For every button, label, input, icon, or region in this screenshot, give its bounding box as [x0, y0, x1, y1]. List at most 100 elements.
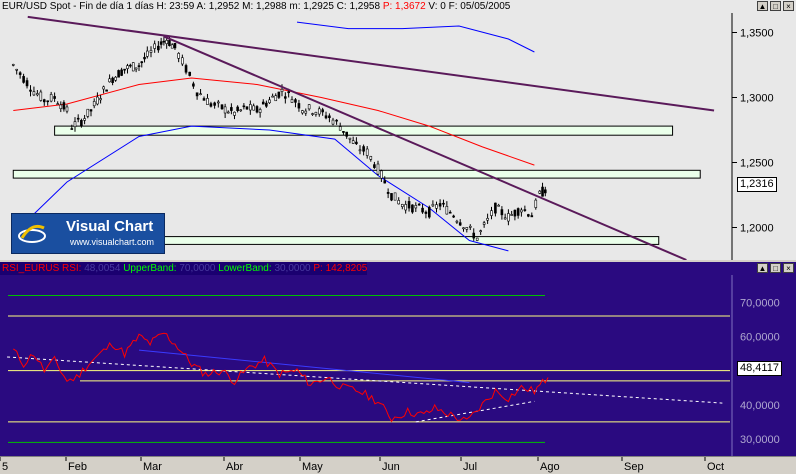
- candle-body: [213, 102, 216, 106]
- candle-body: [358, 149, 362, 152]
- candle-body: [15, 68, 19, 71]
- upper-band-line: [296, 21, 535, 53]
- candle-body: [114, 76, 117, 81]
- candle-body: [39, 91, 43, 101]
- rsi-current-value: 48,4117: [737, 361, 782, 376]
- candle-body: [513, 209, 517, 217]
- rsi-title-segment: 48,0054: [84, 263, 124, 274]
- time-tick-label: 5: [2, 461, 8, 473]
- close-button[interactable]: ×: [783, 1, 794, 11]
- rsi-line: [13, 332, 549, 423]
- minimize-button[interactable]: ▲: [757, 1, 768, 11]
- candle-body: [245, 106, 249, 110]
- candle-body: [307, 104, 311, 110]
- price-y-tick-label: 1,2500: [740, 158, 774, 170]
- candle-body: [424, 211, 428, 214]
- price-window-buttons: ▲ □ ×: [757, 1, 794, 11]
- candle-body: [328, 115, 331, 119]
- price-title-segment: A: 1,2952: [196, 1, 243, 12]
- candle-body: [287, 91, 290, 94]
- candle-body: [331, 119, 335, 125]
- candle-body: [523, 209, 527, 211]
- candle-body: [431, 203, 435, 207]
- candle-body: [239, 109, 243, 112]
- maximize-button[interactable]: □: [770, 1, 781, 11]
- candle-body: [277, 91, 281, 98]
- candle-body: [56, 103, 60, 105]
- candle-body: [465, 227, 469, 230]
- candle-body: [342, 131, 345, 133]
- rsi-y-tick-label: 40,0000: [740, 400, 780, 412]
- candle-body: [462, 227, 465, 230]
- candle-body: [534, 199, 538, 208]
- rsi-chart-panel[interactable]: 70,000060,000050,000040,000030,0000 RSI_…: [0, 262, 796, 456]
- candle-body: [411, 204, 414, 213]
- candle-body: [383, 180, 387, 184]
- price-current-value: 1,2316: [737, 177, 777, 192]
- candle-body: [541, 186, 544, 197]
- moving-average-line: [13, 77, 535, 166]
- candle-body: [311, 113, 314, 115]
- candle-body: [407, 201, 411, 209]
- candle-body: [22, 76, 25, 83]
- candle-body: [268, 99, 271, 104]
- rsi-chart-title: RSI_EURUS RSI: 48,0054 UpperBand: 70,000…: [0, 262, 368, 275]
- time-tick-label: Ago: [540, 461, 560, 473]
- candle-body: [108, 78, 111, 83]
- close-button[interactable]: ×: [783, 263, 794, 273]
- candle-body: [258, 109, 262, 113]
- rsi-title-segment: P: 142,8205: [313, 263, 368, 274]
- candle-body: [414, 205, 418, 209]
- price-chart-panel[interactable]: 1,3500 1,3000 1,2500 1,2000 EUR/USD Spot - …: [0, 0, 796, 260]
- candle-body: [83, 118, 86, 121]
- candle-body: [184, 65, 188, 73]
- logo-url: www.visualchart.com: [70, 237, 155, 247]
- candle-body: [427, 206, 431, 218]
- candle-body: [220, 104, 224, 110]
- candle-body: [393, 192, 397, 201]
- candle-body: [482, 222, 486, 225]
- candle-body: [294, 99, 297, 103]
- candle-body: [252, 105, 255, 111]
- candle-body: [65, 106, 69, 112]
- candle-body: [486, 218, 489, 221]
- candle-body: [173, 43, 177, 49]
- rsi-y-tick-label: 70,0000: [740, 297, 780, 309]
- maximize-button[interactable]: □: [770, 263, 781, 273]
- visual-chart-logo: Visual Chart www.visualchart.com: [11, 213, 165, 254]
- candle-body: [140, 61, 144, 64]
- candle-body: [70, 128, 74, 130]
- candle-body: [49, 94, 53, 102]
- candle-body: [117, 70, 120, 78]
- candle-body: [355, 141, 358, 145]
- price-title-segment: C: 1,2958: [336, 1, 383, 12]
- candle-body: [92, 101, 96, 107]
- candle-body: [143, 56, 146, 60]
- time-tick-label: Abr: [226, 461, 243, 473]
- candle-body: [373, 164, 376, 168]
- logo-title: Visual Chart: [66, 218, 154, 235]
- candle-body: [131, 62, 135, 72]
- candle-body: [397, 200, 401, 205]
- minimize-button[interactable]: ▲: [757, 263, 768, 273]
- candle-body: [53, 96, 56, 99]
- candle-body: [18, 72, 22, 75]
- candle-body: [206, 98, 209, 105]
- candle-body: [386, 192, 390, 194]
- candle-body: [452, 215, 455, 218]
- candle-body: [168, 40, 171, 46]
- candle-body: [199, 93, 202, 96]
- candle-body: [157, 45, 160, 51]
- candle-body: [73, 121, 77, 128]
- candle-body: [338, 126, 342, 131]
- time-tick-label: Feb: [68, 461, 87, 473]
- price-y-tick-label: 1,2000: [740, 223, 774, 235]
- candle-body: [345, 131, 348, 137]
- candle-body: [538, 190, 542, 194]
- candle-body: [335, 119, 338, 122]
- time-tick-label: May: [302, 461, 323, 473]
- candle-body: [458, 222, 462, 226]
- candle-body: [380, 170, 383, 179]
- candle-body: [348, 137, 352, 140]
- rsi-trendline: [138, 349, 470, 384]
